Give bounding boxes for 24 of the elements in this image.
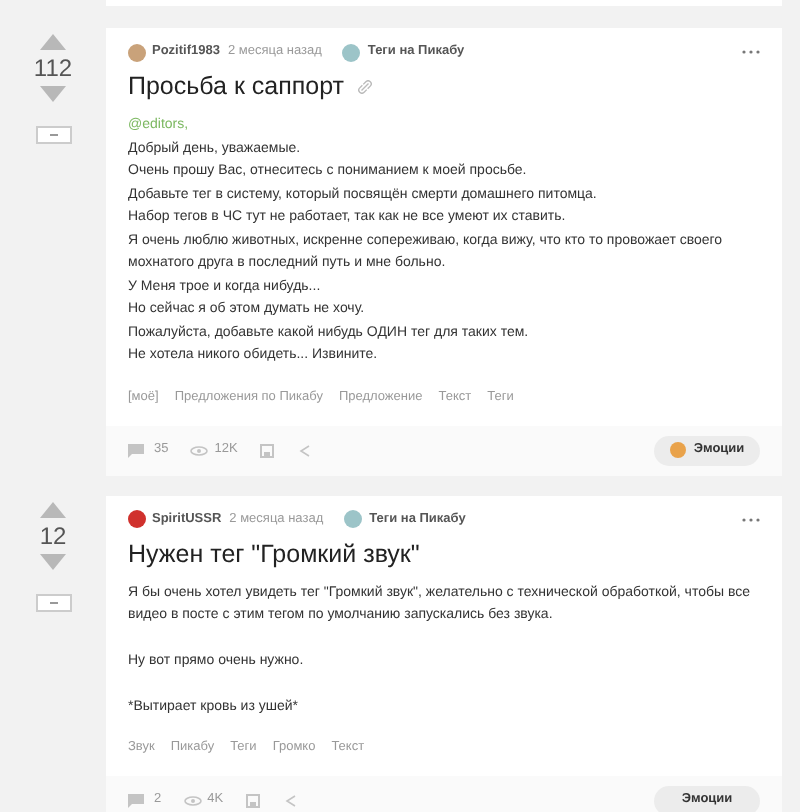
save-icon[interactable] (259, 443, 274, 457)
minus-icon (49, 134, 57, 136)
post-title[interactable]: Просьба к саппорт (128, 70, 344, 102)
avatar-icon[interactable] (128, 43, 146, 61)
comment-icon[interactable] (128, 793, 144, 807)
post-title[interactable]: Нужен тег "Громкий звук" (128, 537, 420, 569)
community-icon[interactable] (343, 510, 362, 528)
downvote-icon[interactable] (40, 553, 66, 569)
share-icon[interactable] (283, 793, 298, 807)
share-icon[interactable] (297, 443, 312, 457)
eye-icon (190, 445, 209, 455)
hide-post-button[interactable] (35, 126, 71, 144)
upvote-icon[interactable] (40, 34, 66, 50)
avatar-icon[interactable] (128, 510, 146, 528)
hide-post-button[interactable] (35, 593, 71, 611)
downvote-icon[interactable] (40, 86, 66, 102)
vote-count: 112 (33, 52, 73, 84)
vote-count: 12 (39, 519, 67, 551)
link-icon[interactable] (357, 79, 372, 93)
community-icon[interactable] (341, 43, 360, 61)
eye-icon (183, 795, 202, 805)
comment-icon[interactable] (128, 443, 144, 457)
save-icon[interactable] (245, 793, 260, 807)
upvote-icon[interactable] (40, 501, 66, 517)
